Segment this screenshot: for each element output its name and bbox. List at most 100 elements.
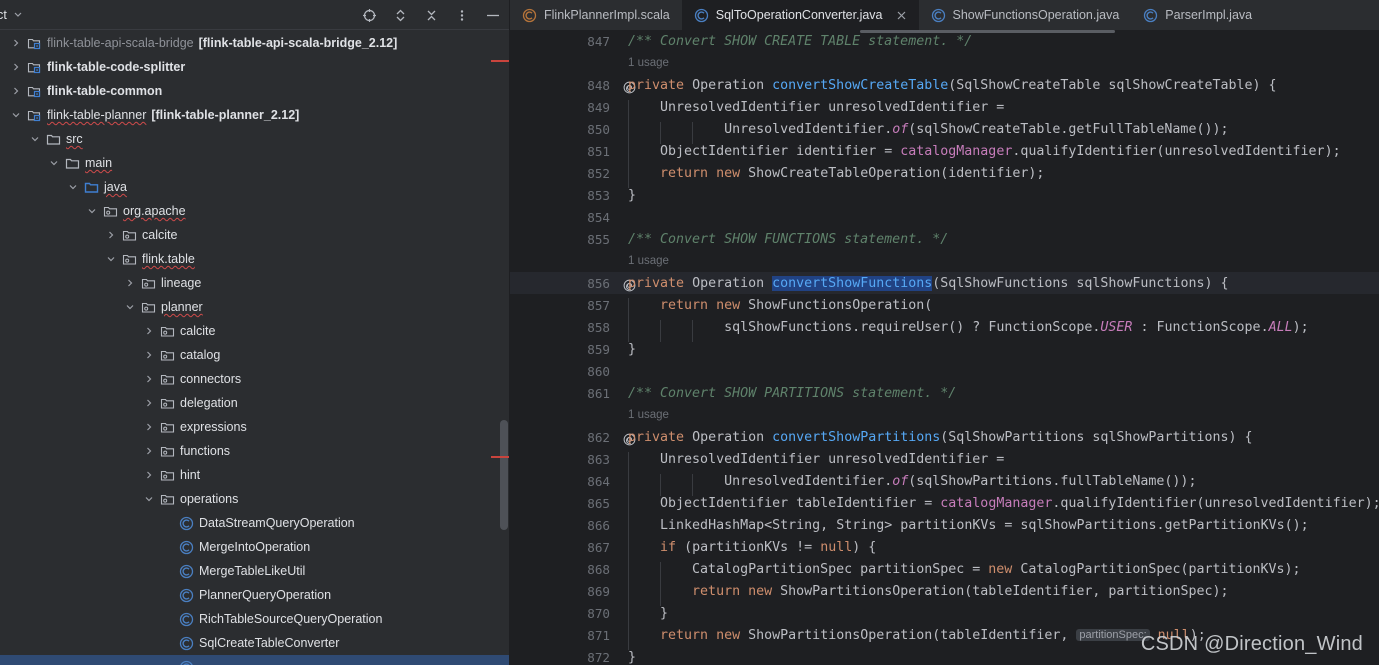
tree-item-plannerqueryoperation[interactable]: PlannerQueryOperation xyxy=(0,583,509,607)
tree-item-mergeintooperation[interactable]: MergeIntoOperation xyxy=(0,535,509,559)
chevron-right-icon[interactable] xyxy=(10,85,22,97)
tree-item-expressions[interactable]: expressions xyxy=(0,415,509,439)
tree-item-label: SqlCreateTableConverter xyxy=(199,636,340,650)
tree-item-catalog[interactable]: catalog xyxy=(0,343,509,367)
tree-item-hint[interactable]: hint xyxy=(0,463,509,487)
tab-sqltooperationconverter-java[interactable]: SqlToOperationConverter.java xyxy=(681,0,919,30)
line-number: 865 xyxy=(587,495,610,511)
code-line: 865 ObjectIdentifier tableIdentifier = c… xyxy=(510,492,1379,518)
java-class-icon xyxy=(178,587,194,603)
tree-item-calcite[interactable]: calcite xyxy=(0,319,509,343)
line-number: 856 xyxy=(510,276,636,291)
chevron-right-icon[interactable] xyxy=(143,373,155,385)
code-line: 872} xyxy=(510,646,1379,665)
project-tree[interactable]: flink-table-api-scala-bridge [flink-table… xyxy=(0,31,509,665)
java-class-icon xyxy=(931,8,946,23)
tree-item-delegation[interactable]: delegation xyxy=(0,391,509,415)
horizontal-scrollbar[interactable] xyxy=(860,30,1115,33)
chevron-right-icon[interactable] xyxy=(143,325,155,337)
tree-item-sqlcreatetableconverter[interactable]: SqlCreateTableConverter xyxy=(0,631,509,655)
tab-showfunctionsoperation-java[interactable]: ShowFunctionsOperation.java xyxy=(919,0,1132,30)
tree-item-org-apache[interactable]: org.apache xyxy=(0,199,509,223)
tree-item-planner[interactable]: planner xyxy=(0,295,509,319)
tree-item-flink-table-planner[interactable]: flink-table-planner [flink-table-planner_… xyxy=(0,103,509,127)
locate-icon[interactable] xyxy=(361,7,377,23)
package-icon xyxy=(159,323,175,339)
scala-class-icon xyxy=(522,8,537,23)
usage-hint-label: 1 usage xyxy=(628,409,669,421)
code-text: return new ShowPartitionsOperation(table… xyxy=(620,583,1229,606)
chevron-right-icon[interactable] xyxy=(10,61,22,73)
chevron-down-icon[interactable] xyxy=(105,253,117,265)
tree-item-java[interactable]: java xyxy=(0,175,509,199)
tree-item-label: PlannerQueryOperation xyxy=(199,588,332,602)
chevron-right-icon[interactable] xyxy=(143,469,155,481)
usage-hint[interactable]: 1 usage xyxy=(510,404,1379,426)
package-icon xyxy=(159,347,175,363)
chevron-down-icon[interactable] xyxy=(29,133,41,145)
tree-item-flink-table-code-splitter[interactable]: flink-table-code-splitter xyxy=(0,55,509,79)
chevron-right-icon[interactable] xyxy=(143,397,155,409)
code-text: sqlShowFunctions.requireUser() ? Functio… xyxy=(620,319,1309,342)
tree-item-label: catalog xyxy=(180,348,221,362)
chevron-down-icon[interactable] xyxy=(10,109,22,121)
chevron-right-icon[interactable] xyxy=(143,421,155,433)
tree-item[interactable] xyxy=(0,655,509,665)
chevron-right-icon[interactable] xyxy=(10,37,22,49)
chevron-down-icon[interactable] xyxy=(13,9,23,21)
tree-item-flink-table-common[interactable]: flink-table-common xyxy=(0,79,509,103)
code-line: 855 /** Convert SHOW FUNCTIONS statement.… xyxy=(510,228,1379,250)
usage-hint[interactable]: 1 usage xyxy=(510,52,1379,74)
code-text: return new ShowCreateTableOperation(iden… xyxy=(620,165,1044,188)
usage-hint-label: 1 usage xyxy=(628,255,669,267)
tab-label: ShowFunctionsOperation.java xyxy=(952,8,1120,22)
tree-item-src[interactable]: src xyxy=(0,127,509,151)
tree-item-calcite[interactable]: calcite xyxy=(0,223,509,247)
code-text: return new ShowPartitionsOperation(table… xyxy=(620,627,1206,650)
hide-panel-icon[interactable] xyxy=(485,7,501,23)
chevron-right-icon[interactable] xyxy=(105,229,117,241)
chevron-down-icon[interactable] xyxy=(48,157,60,169)
tree-item-flink-table[interactable]: flink.table xyxy=(0,247,509,271)
more-options-icon[interactable] xyxy=(454,7,470,23)
tree-item-mergetablelikeutil[interactable]: MergeTableLikeUtil xyxy=(0,559,509,583)
tab-label: SqlToOperationConverter.java xyxy=(715,8,883,22)
line-number: 872 xyxy=(587,649,610,665)
tree-item-richtablesourcequeryoperation[interactable]: RichTableSourceQueryOperation xyxy=(0,607,509,631)
chevron-down-icon[interactable] xyxy=(86,205,98,217)
tree-item-connectors[interactable]: connectors xyxy=(0,367,509,391)
error-marker xyxy=(491,456,509,458)
code-text: if (partitionKVs != null) { xyxy=(620,539,876,562)
editor-tab-bar: FlinkPlannerImpl.scala SqlToOperationConv… xyxy=(510,0,1379,30)
package-icon xyxy=(102,203,118,219)
tree-item-main[interactable]: main xyxy=(0,151,509,175)
chevron-right-icon[interactable] xyxy=(143,349,155,361)
code-text: UnresolvedIdentifier unresolvedIdentifie… xyxy=(620,451,1004,474)
tree-item-label: planner xyxy=(161,300,203,314)
tree-item-operations[interactable]: operations xyxy=(0,487,509,511)
collapse-all-icon[interactable] xyxy=(423,7,439,23)
usage-hint[interactable]: 1 usage xyxy=(510,250,1379,272)
error-marker xyxy=(491,60,509,62)
chevron-right-icon[interactable] xyxy=(124,277,136,289)
sidebar-scrollbar[interactable] xyxy=(500,420,508,530)
java-class-icon xyxy=(178,515,194,531)
tree-item-flink-table-api-scala-bridge[interactable]: flink-table-api-scala-bridge [flink-table… xyxy=(0,31,509,55)
line-number: 871 xyxy=(587,627,610,643)
tab-parserimpl-java[interactable]: ParserImpl.java xyxy=(1131,0,1264,30)
chevron-down-icon[interactable] xyxy=(124,301,136,313)
tab-flinkplannerimpl-scala[interactable]: FlinkPlannerImpl.scala xyxy=(510,0,682,30)
chevron-down-icon[interactable] xyxy=(143,493,155,505)
tree-item-lineage[interactable]: lineage xyxy=(0,271,509,295)
expand-collapse-icon[interactable] xyxy=(392,7,408,23)
chevron-right-icon[interactable] xyxy=(143,445,155,457)
chevron-down-icon[interactable] xyxy=(67,181,79,193)
code-editor[interactable]: 847 /** Convert SHOW CREATE TABLE stateme… xyxy=(510,30,1379,665)
close-icon[interactable] xyxy=(896,10,907,21)
java-class-icon xyxy=(694,8,709,23)
package-icon xyxy=(140,275,156,291)
tree-item-functions[interactable]: functions xyxy=(0,439,509,463)
tree-item-datastreamqueryoperation[interactable]: DataStreamQueryOperation xyxy=(0,511,509,535)
code-text: } xyxy=(628,649,637,665)
tree-item-label: connectors xyxy=(180,372,242,386)
